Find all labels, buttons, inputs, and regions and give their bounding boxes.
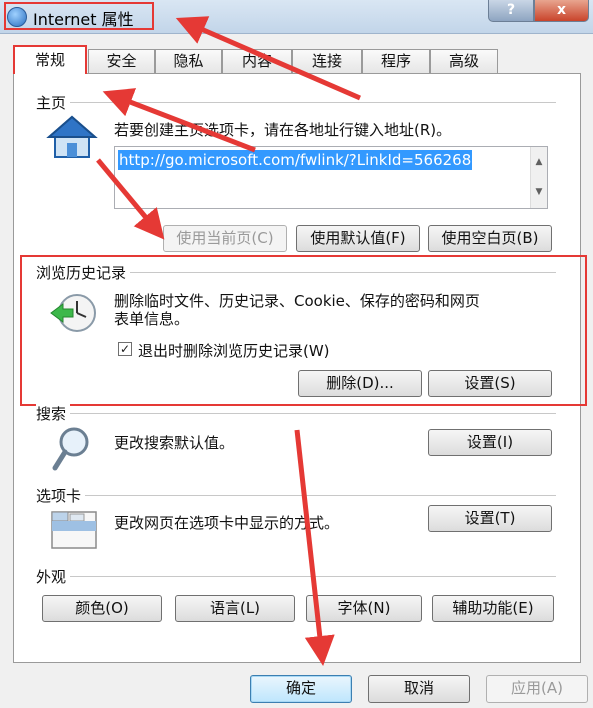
tab-security[interactable]: 安全 <box>88 49 155 74</box>
tab-content[interactable]: 内容 <box>222 49 292 74</box>
accessibility-button[interactable]: 辅助功能(E) <box>432 595 554 622</box>
tabs-group-line <box>36 495 556 496</box>
title-highlight-annotation <box>4 2 154 30</box>
search-settings-button[interactable]: 设置(I) <box>428 429 552 456</box>
tab-programs[interactable]: 程序 <box>362 49 430 74</box>
tabs-settings-button[interactable]: 设置(T) <box>428 505 552 532</box>
search-description: 更改搜索默认值。 <box>114 434 235 452</box>
tab-connections[interactable]: 连接 <box>292 49 362 74</box>
use-current-button[interactable]: 使用当前页(C) <box>163 225 287 252</box>
use-blank-button[interactable]: 使用空白页(B) <box>428 225 552 252</box>
search-group-line <box>36 413 556 414</box>
history-clock-icon <box>50 294 96 332</box>
delete-history-on-exit-label[interactable]: 退出时删除浏览历史记录(W) <box>138 340 330 361</box>
apply-button[interactable]: 应用(A) <box>486 675 588 703</box>
ok-button[interactable]: 确定 <box>250 675 352 703</box>
appearance-group-line <box>36 576 556 577</box>
history-description-line2: 表单信息。 <box>114 310 190 328</box>
home-url-value: http://go.microsoft.com/fwlink/?LinkId=5… <box>118 150 473 170</box>
tab-general[interactable]: 常规 <box>13 45 87 74</box>
scroll-down-icon[interactable]: ▼ <box>531 177 547 207</box>
history-settings-button[interactable]: 设置(S) <box>428 370 552 397</box>
help-button[interactable]: ? <box>488 0 534 22</box>
fonts-button[interactable]: 字体(N) <box>306 595 422 622</box>
tab-privacy[interactable]: 隐私 <box>155 49 222 74</box>
search-magnifier-icon <box>52 427 89 471</box>
search-group-title: 搜索 <box>36 403 71 424</box>
tabs-window-icon <box>51 511 97 549</box>
home-group-title: 主页 <box>36 92 71 113</box>
tab-advanced[interactable]: 高级 <box>430 49 498 74</box>
delete-history-on-exit-checkbox[interactable]: ✓ <box>118 342 132 356</box>
appearance-group-title: 外观 <box>36 566 71 587</box>
tabs-description: 更改网页在选项卡中显示的方式。 <box>114 514 340 532</box>
tabs-group-title: 选项卡 <box>36 485 86 506</box>
close-button[interactable]: x <box>534 0 589 22</box>
colors-button[interactable]: 颜色(O) <box>42 595 162 622</box>
home-description: 若要创建主页选项卡，请在各地址行键入地址(R)。 <box>114 121 452 139</box>
languages-button[interactable]: 语言(L) <box>175 595 295 622</box>
home-url-scrollbar[interactable]: ▲ ▼ <box>530 147 547 208</box>
house-icon <box>46 115 98 158</box>
home-group-line <box>36 102 556 103</box>
delete-history-button[interactable]: 删除(D)... <box>298 370 422 397</box>
history-group-title: 浏览历史记录 <box>36 262 131 283</box>
cancel-button[interactable]: 取消 <box>368 675 470 703</box>
home-url-textarea[interactable]: http://go.microsoft.com/fwlink/?LinkId=5… <box>114 146 548 209</box>
scroll-up-icon[interactable]: ▲ <box>531 147 547 177</box>
use-default-button[interactable]: 使用默认值(F) <box>296 225 420 252</box>
